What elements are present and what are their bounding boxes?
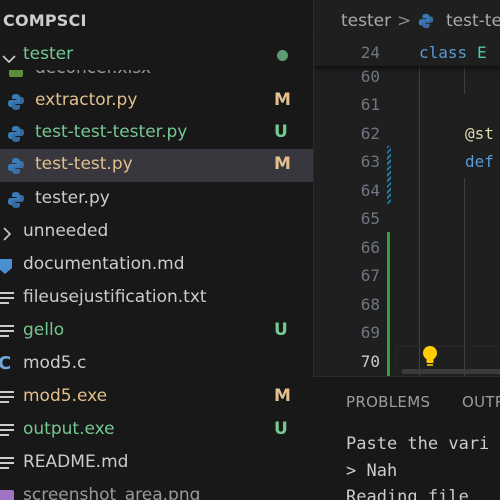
file-item-extractor[interactable]: extractor.py M (0, 85, 313, 118)
git-untracked-badge: U (274, 320, 288, 340)
file-item-test-test[interactable]: test-test.py M (0, 149, 313, 182)
text-file-icon (0, 455, 14, 475)
tab-problems[interactable]: PROBLEMS (346, 393, 430, 411)
folder-name: tester (23, 44, 74, 64)
file-item-screenshot-area[interactable]: screenshot_area.png (0, 480, 313, 500)
file-name: tester.py (35, 188, 110, 208)
text-file-icon (0, 389, 14, 409)
python-icon (7, 157, 25, 179)
line-number: 66 (360, 238, 380, 257)
breadcrumb-folder[interactable]: tester (341, 11, 391, 31)
file-item-documentation[interactable]: documentation.md (0, 249, 313, 282)
line-number: 24 (360, 43, 380, 62)
file-name: output.exe (23, 419, 115, 439)
breadcrumb-separator: > (397, 11, 412, 31)
chevron-right-icon (2, 226, 12, 245)
breadcrumb-file[interactable]: test-te (446, 11, 500, 31)
terminal-line: Paste the vari (346, 434, 490, 454)
gutter-modified-marker[interactable] (387, 146, 391, 204)
c-file-icon: C (0, 353, 12, 374)
line-number: 64 (360, 181, 380, 200)
file-name: mod5.c (23, 353, 87, 373)
line-number: 67 (360, 266, 380, 285)
file-item-output-exe[interactable]: output.exe U (0, 414, 313, 447)
file-item-gello[interactable]: gello U (0, 315, 313, 348)
git-untracked-badge: U (274, 419, 288, 439)
explorer-header: COMPSCI (0, 0, 313, 40)
file-name: gello (23, 320, 65, 340)
python-icon (418, 13, 434, 34)
lightbulb-icon[interactable] (421, 345, 439, 371)
folder-item-tester[interactable]: tester (0, 40, 313, 70)
file-name: mod5.exe (23, 386, 108, 406)
line-number: 69 (360, 323, 380, 342)
image-icon (0, 488, 15, 500)
text-file-icon (0, 422, 14, 442)
file-item-readme[interactable]: README.md (0, 447, 313, 480)
tab-output[interactable]: OUTP (462, 393, 500, 411)
line-number-current: 70 (360, 352, 380, 371)
code-editor[interactable]: tester > test-te 24 class E 60 61 62 63 … (313, 0, 500, 376)
file-name: fileusejustification.txt (23, 287, 207, 307)
text-file-icon (0, 323, 14, 343)
python-icon (7, 125, 25, 147)
python-icon (7, 191, 25, 213)
git-modified-badge: M (274, 386, 291, 406)
folder-name: unneeded (23, 221, 109, 241)
file-name: extractor.py (35, 90, 138, 110)
python-icon (7, 93, 25, 115)
file-item-test-test-tester[interactable]: test-test-tester.py U (0, 117, 313, 150)
line-number: 63 (360, 152, 380, 171)
markdown-icon (0, 257, 13, 279)
line-number: 68 (360, 295, 380, 314)
line-number: 61 (360, 95, 380, 114)
line-number: 62 (360, 124, 380, 143)
file-item-fileusejustification[interactable]: fileusejustification.txt (0, 282, 313, 315)
indent-guide (464, 66, 465, 94)
code-keyword: class (419, 43, 468, 62)
line-number: 60 (360, 67, 380, 86)
code-class-name: E (477, 43, 487, 62)
file-name: documentation.md (23, 254, 185, 274)
folder-item-unneeded[interactable]: unneeded (0, 216, 313, 249)
line-number: 65 (360, 209, 380, 228)
indent-guide (419, 66, 420, 376)
git-modified-badge: M (274, 154, 291, 174)
file-name: test-test.py (35, 154, 133, 174)
code-keyword: def (465, 152, 494, 171)
file-name: screenshot_area.png (23, 485, 201, 500)
sticky-scroll-header[interactable]: 24 class E (314, 40, 500, 66)
explorer-sidebar: deconcer.xlsx extractor.py M test-test-t… (0, 0, 313, 500)
workspace-title: COMPSCI (3, 11, 87, 30)
breadcrumb: tester > test-te (314, 0, 500, 40)
file-name: test-test-tester.py (35, 122, 188, 142)
terminal-line: > Nah (346, 461, 398, 481)
terminal-line: Reading file (346, 487, 480, 500)
gutter-added-marker[interactable] (387, 232, 390, 376)
modified-dot-icon (277, 50, 288, 61)
file-item-mod5-c[interactable]: C mod5.c (0, 348, 313, 381)
git-untracked-badge: U (274, 122, 288, 142)
file-item-mod5-exe[interactable]: mod5.exe M (0, 381, 313, 414)
bottom-panel: PROBLEMS OUTP Paste the vari > Nah Readi… (313, 376, 500, 500)
horizontal-scrollbar[interactable] (402, 369, 500, 374)
git-modified-badge: M (274, 90, 291, 110)
code-decorator: @st (465, 124, 494, 143)
text-file-icon (0, 290, 14, 310)
file-item-tester[interactable]: tester.py (0, 183, 313, 216)
chevron-down-icon (2, 49, 16, 68)
file-name: README.md (23, 452, 129, 472)
